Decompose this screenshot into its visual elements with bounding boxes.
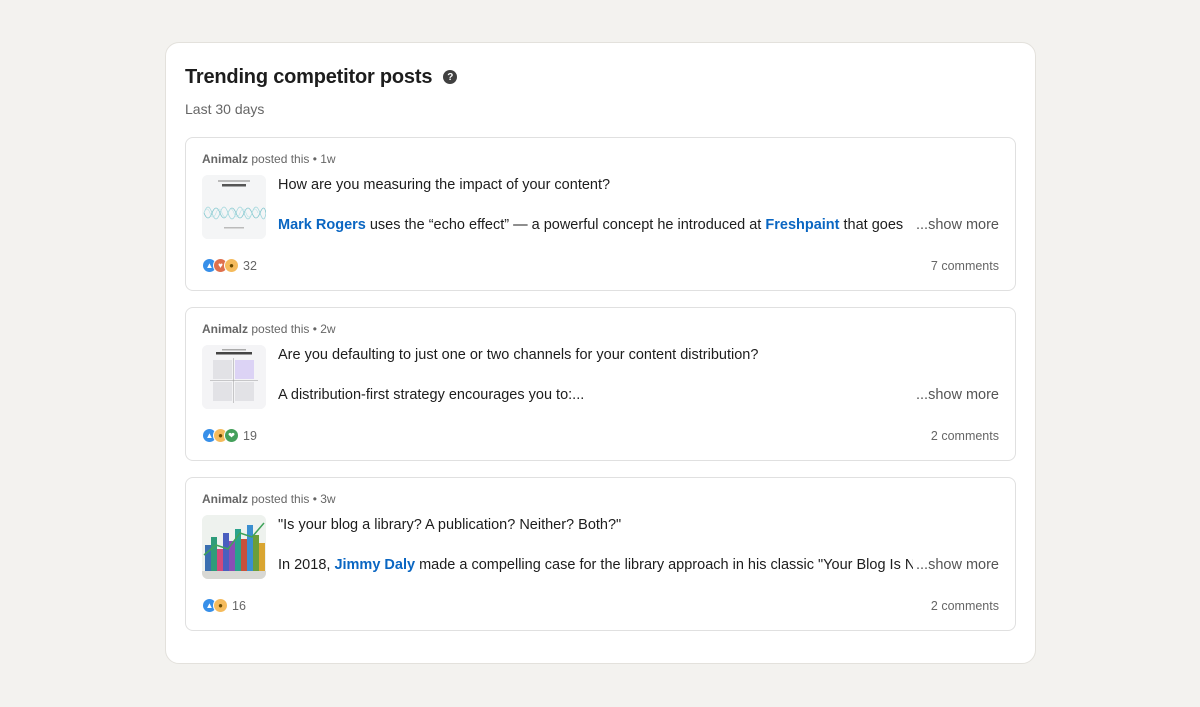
- post-meta: Animalz posted this • 3w: [202, 492, 336, 506]
- quadrant-diagram-thumbnail: [202, 345, 266, 409]
- reaction-count: 32: [243, 258, 257, 273]
- insightful-reaction-icon: ●: [213, 598, 228, 613]
- title-row: Trending competitor posts ?: [185, 65, 1016, 89]
- post-text-segment: uses the “echo effect” — a powerful conc…: [365, 217, 766, 233]
- post-thumbnail[interactable]: [202, 515, 266, 579]
- post-card[interactable]: Animalz posted this • 1w How are you mea…: [185, 137, 1016, 291]
- library-bars-thumbnail: [202, 515, 266, 579]
- post-thumbnail[interactable]: [202, 345, 266, 409]
- show-more-link[interactable]: ...show more: [916, 557, 999, 573]
- post-meta: Animalz posted this • 1w: [202, 152, 336, 166]
- mention-link[interactable]: Jimmy Daly: [334, 557, 415, 573]
- card-title: Trending competitor posts: [185, 65, 433, 88]
- post-text-segment: In 2018,: [278, 557, 335, 573]
- post-text-line2: A distribution-first strategy encourages…: [278, 387, 913, 403]
- comments-count[interactable]: 2 comments: [931, 429, 999, 443]
- reactions-summary[interactable]: ▲ ● 16: [202, 598, 246, 613]
- comments-count[interactable]: 7 comments: [931, 259, 999, 273]
- support-reaction-icon: ❤: [224, 428, 239, 443]
- echo-effect-chart-thumbnail: [202, 175, 266, 239]
- post-author[interactable]: Animalz: [202, 322, 248, 336]
- post-author[interactable]: Animalz: [202, 492, 248, 506]
- post-time: posted this • 1w: [248, 152, 336, 166]
- post-author[interactable]: Animalz: [202, 152, 248, 166]
- trending-posts-card: Trending competitor posts ? Last 30 days…: [165, 42, 1036, 664]
- post-text-segment: A distribution-first strategy encourages…: [278, 387, 585, 403]
- post-thumbnail[interactable]: [202, 175, 266, 239]
- post-text-line2: Mark Rogers uses the “echo effect” — a p…: [278, 217, 913, 233]
- post-meta: Animalz posted this • 2w: [202, 322, 336, 336]
- post-card[interactable]: Animalz posted this • 3w "Is your blog a…: [185, 477, 1016, 631]
- post-text-segment: made a compelling case for the library a…: [415, 557, 913, 573]
- post-text-line1: "Is your blog a library? A publication? …: [278, 517, 622, 533]
- post-time: posted this • 3w: [248, 492, 336, 506]
- post-text-line2: In 2018, Jimmy Daly made a compelling ca…: [278, 557, 913, 573]
- reactions-summary[interactable]: ▲ ● ❤ 19: [202, 428, 257, 443]
- mention-link[interactable]: Freshpaint: [765, 217, 839, 233]
- show-more-link[interactable]: ...show more: [916, 387, 999, 403]
- post-text-line1: Are you defaulting to just one or two ch…: [278, 347, 759, 363]
- comments-count[interactable]: 2 comments: [931, 599, 999, 613]
- post-card[interactable]: Animalz posted this • 2w Are you default…: [185, 307, 1016, 461]
- reaction-count: 19: [243, 428, 257, 443]
- mention-link[interactable]: Mark Rogers: [278, 217, 366, 233]
- card-header: Trending competitor posts ? Last 30 days: [185, 65, 1016, 117]
- post-text-line1: How are you measuring the impact of your…: [278, 177, 611, 193]
- insightful-reaction-icon: ●: [224, 258, 239, 273]
- reactions-summary[interactable]: ▲ ♥ ● 32: [202, 258, 257, 273]
- card-subtitle: Last 30 days: [185, 101, 265, 117]
- question-circle-icon[interactable]: ?: [443, 70, 458, 84]
- post-text-segment: that goes: [839, 217, 904, 233]
- show-more-link[interactable]: ...show more: [916, 217, 999, 233]
- reaction-count: 16: [232, 598, 246, 613]
- post-time: posted this • 2w: [248, 322, 336, 336]
